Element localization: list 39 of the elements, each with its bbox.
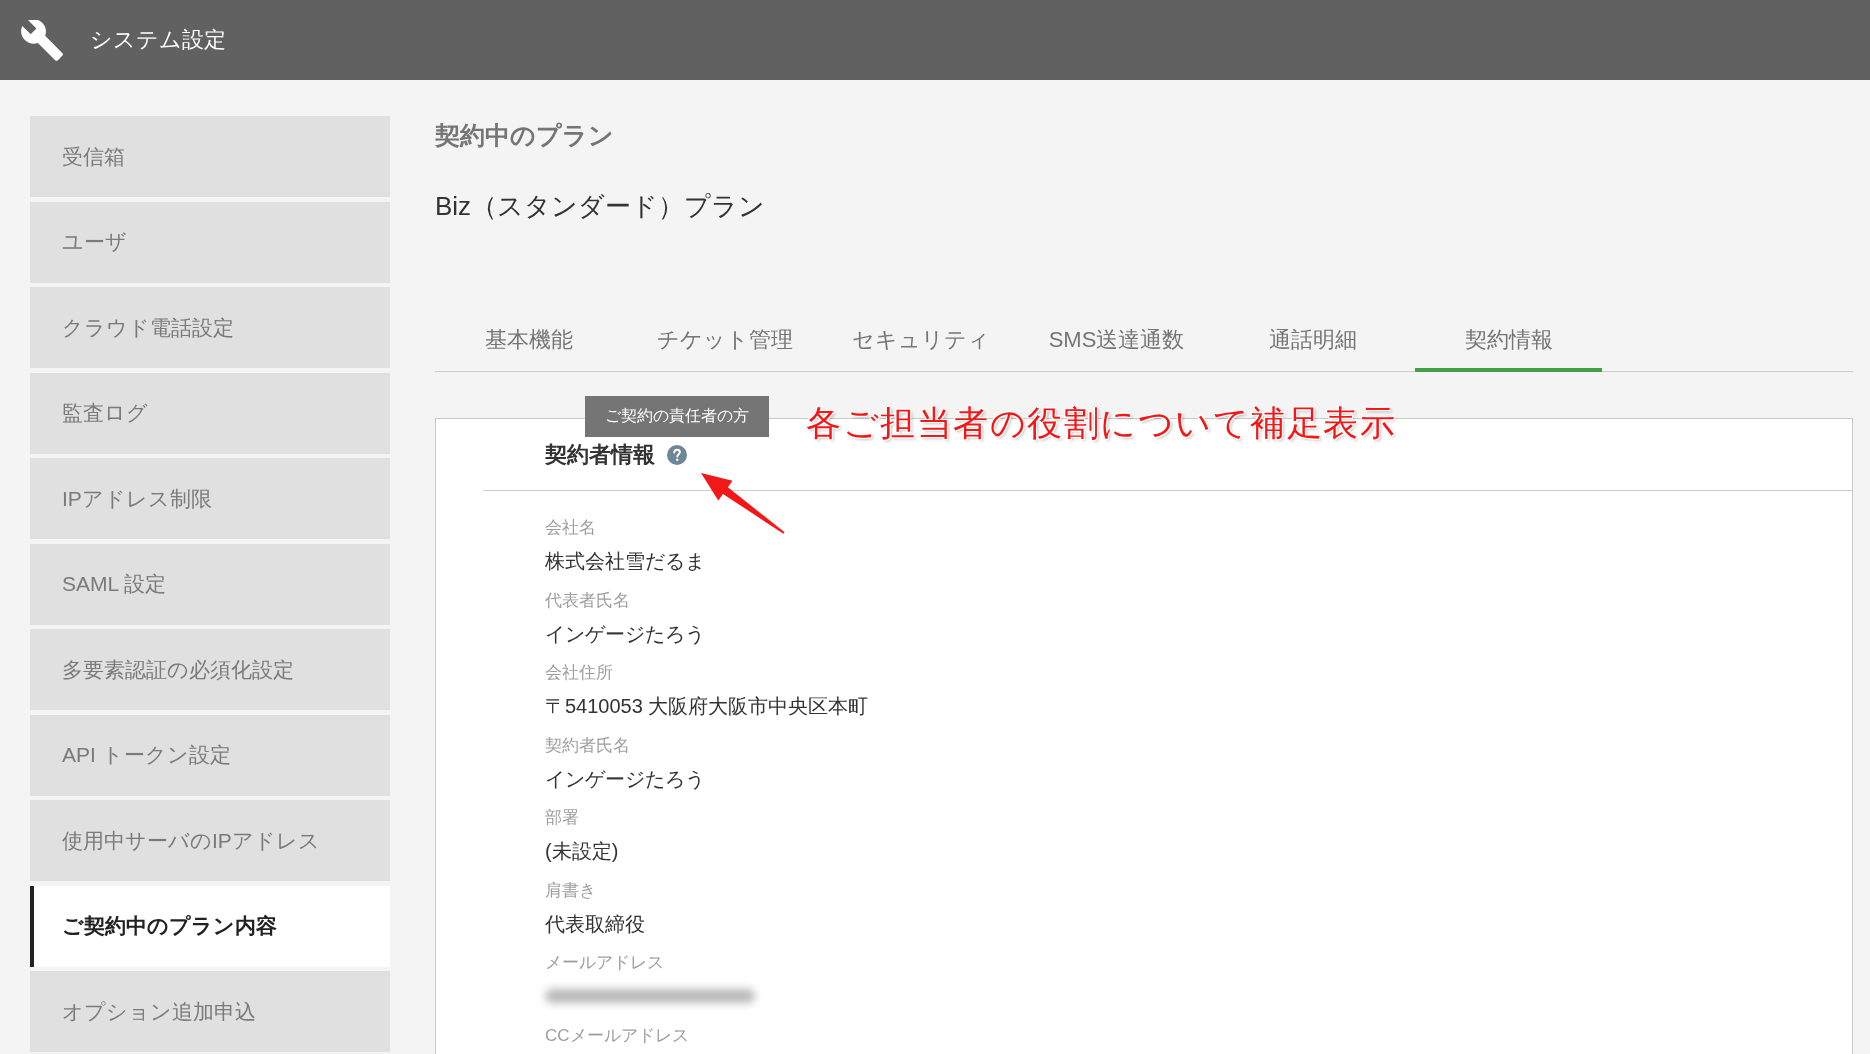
tab[interactable]: 通話明細 <box>1219 312 1406 372</box>
field-label: CCメールアドレス <box>545 1024 690 1047</box>
tab[interactable]: 基本機能 <box>435 312 622 372</box>
sidebar-item[interactable]: ご契約中のプラン内容 <box>30 885 390 967</box>
sidebar-item[interactable]: オプション追加申込 <box>30 971 390 1052</box>
field-label: 会社名 <box>545 517 597 539</box>
tab[interactable]: チケット管理 <box>631 312 818 372</box>
field-label: 会社住所 <box>545 662 614 684</box>
plan-name: Biz（スタンダード）プラン <box>435 190 766 223</box>
field-value: 代表取締役 <box>545 911 646 937</box>
sidebar-item[interactable]: IPアドレス制限 <box>30 458 390 539</box>
wrench-icon <box>21 19 63 61</box>
field-value: インゲージたろう <box>545 621 706 647</box>
tab[interactable]: SMS送達通数 <box>1023 312 1210 372</box>
field-value: インゲージたろう <box>545 766 706 792</box>
tab[interactable]: 契約情報 <box>1415 312 1602 372</box>
page-title: 契約中のプラン <box>435 120 614 151</box>
sidebar-item[interactable]: 受信箱 <box>30 116 390 197</box>
sidebar-item[interactable]: API トークン設定 <box>30 714 390 796</box>
card-title: 契約者情報 <box>545 440 655 469</box>
tab[interactable]: セキュリティ <box>827 312 1014 372</box>
sidebar-item[interactable]: 監査ログ <box>30 372 390 454</box>
field-label: 肩書き <box>545 879 597 902</box>
sidebar-item[interactable]: SAML 設定 <box>30 543 390 625</box>
field-label: 部署 <box>545 807 580 829</box>
sidebar-item[interactable]: 多要素認証の必須化設定 <box>30 629 390 710</box>
field-label: 代表者氏名 <box>545 589 631 612</box>
tooltip: ご契約の責任者の方 <box>585 395 769 437</box>
field-value: 〒5410053 大阪府大阪市中央区本町 <box>545 694 870 719</box>
field-value: 株式会社雪だるま <box>545 549 706 574</box>
sidebar-item[interactable]: 使用中サーバのIPアドレス <box>30 800 390 881</box>
app-title: システム設定 <box>90 26 226 54</box>
field-value: (未設定) <box>545 839 620 864</box>
field-label: 契約者氏名 <box>545 734 631 757</box>
sidebar-item[interactable]: ユーザ <box>30 201 390 283</box>
annotation-text: 各ご担当者の役割について補足表示 <box>806 402 1396 444</box>
field-label: メールアドレス <box>545 952 665 974</box>
sidebar-item[interactable]: クラウド電話設定 <box>30 287 390 368</box>
help-icon[interactable] <box>667 444 687 465</box>
